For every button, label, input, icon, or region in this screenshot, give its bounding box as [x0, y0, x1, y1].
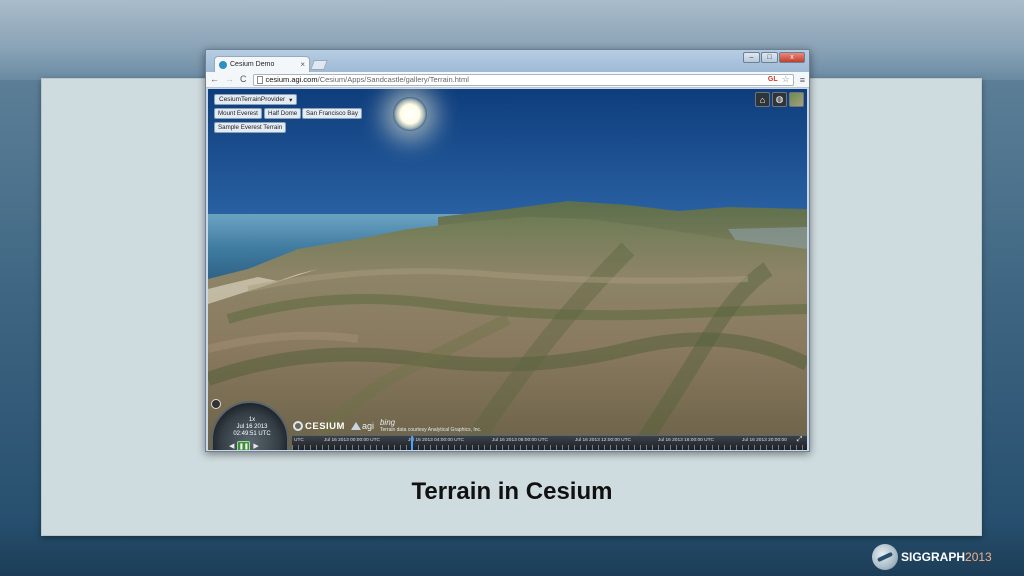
terrain-provider-label: CesiumTerrainProvider	[219, 96, 286, 103]
animation-date: Jul 16 2013	[236, 424, 268, 430]
tab-close-icon[interactable]: ×	[300, 60, 305, 69]
chevron-down-icon: ▾	[289, 96, 293, 104]
url-path: /Cesium/Apps/Sandcastle/gallery/Terrain.…	[317, 75, 469, 84]
viewer-toolbar: ⌂ ◍	[755, 92, 804, 107]
bing-logo[interactable]: bing	[380, 419, 481, 427]
browser-window: Cesium Demo × – □ x ← → C cesium.agi.com…	[205, 49, 810, 452]
san-francisco-bay-button[interactable]: San Francisco Bay	[302, 108, 362, 119]
forward-button[interactable]: →	[225, 75, 234, 84]
cesium-favicon-icon	[219, 60, 227, 69]
terrain-provider-dropdown[interactable]: CesiumTerrainProvider ▾	[214, 94, 298, 105]
address-bar[interactable]: cesium.agi.com /Cesium/Apps/Sandcastle/g…	[252, 73, 794, 86]
terrain-landscape	[208, 201, 807, 450]
mount-everest-button[interactable]: Mount Everest	[214, 108, 262, 119]
credits-bar: CESIUM agi bing Terrain data courtesy An…	[293, 419, 481, 433]
imagery-layer-icon[interactable]	[789, 92, 804, 107]
agi-logo[interactable]: agi	[350, 421, 374, 431]
back-button[interactable]: ←	[210, 75, 219, 84]
timeline-label: Jul 16 2013 16:00:00 UTC	[658, 438, 715, 443]
page-icon	[256, 75, 263, 84]
timeline[interactable]: UTC Jul 16 2013 00:00:00 UTC Jul 16 2013…	[292, 435, 807, 450]
timeline-needle[interactable]	[411, 436, 413, 450]
browser-toolbar: ← → C cesium.agi.com /Cesium/Apps/Sandca…	[206, 72, 809, 88]
window-controls: – □ x	[743, 52, 805, 63]
terrain-credit: Terrain data courtesy Analytical Graphic…	[379, 427, 482, 433]
agi-mark-icon	[350, 422, 361, 430]
browser-tab[interactable]: Cesium Demo ×	[214, 56, 310, 72]
animation-controls: ◀ ❚❚ ▶	[229, 441, 259, 450]
bing-credit: bing Terrain data courtesy Analytical Gr…	[379, 419, 482, 434]
home-icon[interactable]: ⌂	[755, 92, 770, 107]
timeline-ticks	[292, 445, 807, 450]
agi-logo-text: agi	[361, 421, 374, 431]
url-host: cesium.agi.com	[265, 75, 318, 84]
browser-titlebar: Cesium Demo × – □ x	[206, 50, 809, 72]
timeline-label: Jul 16 2013 00:00:00 UTC	[324, 438, 381, 443]
close-window-button[interactable]: x	[779, 52, 805, 63]
siggraph-logo: SIGGRAPH 2013	[872, 543, 992, 571]
animation-speed: 1x	[248, 417, 256, 423]
globe-icon[interactable]: ◍	[772, 92, 787, 107]
play-reverse-icon[interactable]: ◀	[229, 443, 234, 450]
bookmark-star-icon[interactable]: ☆	[782, 74, 790, 85]
play-forward-icon[interactable]: ▶	[253, 443, 258, 450]
pause-icon[interactable]: ❚❚	[237, 441, 251, 450]
cesium-viewport[interactable]: CesiumTerrainProvider ▾ Mount Everest Ha…	[208, 89, 807, 450]
timeline-label: Jul 16 2013 08:00:00 UTC	[492, 438, 549, 443]
webgl-badge[interactable]: GL	[768, 76, 778, 83]
timeline-label: Jul 16 2013 04:00:00 UTC	[408, 438, 465, 443]
clock-icon[interactable]	[211, 399, 221, 409]
omnibox-actions: GL ☆	[768, 74, 790, 85]
siggraph-year: 2013	[965, 550, 992, 564]
timeline-label: UTC	[294, 438, 304, 443]
half-dome-button[interactable]: Half Dome	[264, 108, 302, 119]
cesium-mark-icon	[293, 421, 303, 431]
browser-menu-icon[interactable]: ≡	[800, 75, 805, 85]
fullscreen-icon[interactable]: ⤢	[794, 436, 805, 447]
siggraph-brand: SIGGRAPH	[901, 550, 966, 564]
minimize-button[interactable]: –	[743, 52, 760, 63]
slide-caption: Terrain in Cesium	[411, 478, 613, 505]
cesium-logo-text: CESIUM	[305, 420, 345, 432]
siggraph-mark-icon	[872, 544, 898, 570]
timeline-label: Jul 16 2013 20:00:00	[742, 438, 787, 443]
sample-everest-terrain-button[interactable]: Sample Everest Terrain	[214, 122, 287, 133]
cesium-logo[interactable]: CESIUM	[293, 421, 345, 432]
maximize-button[interactable]: □	[761, 52, 778, 63]
reload-button[interactable]: C	[240, 75, 247, 84]
tab-title: Cesium Demo	[230, 61, 275, 68]
timeline-label: Jul 16 2013 12:00:00 UTC	[575, 438, 632, 443]
new-tab-button[interactable]	[310, 60, 328, 70]
animation-time: 02:49:51 UTC	[233, 431, 271, 437]
